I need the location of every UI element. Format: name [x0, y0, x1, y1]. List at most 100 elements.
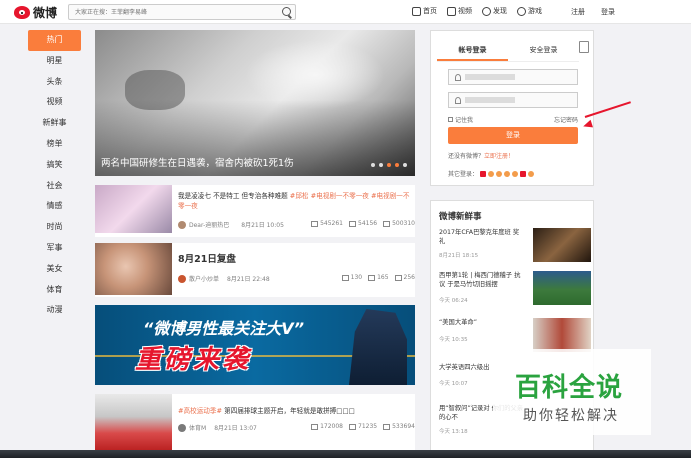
login-link[interactable]: 登录: [601, 7, 615, 17]
news-title[interactable]: 西甲第1轮 | 梅西门德稽子 抗议 于是马竹切旧摇摆: [439, 271, 524, 289]
repost-count: 545261: [320, 220, 343, 227]
menu-item-fashion[interactable]: 时尚: [28, 217, 81, 238]
baike-watermark: 百科全说 助你轻松解决: [493, 349, 651, 435]
login-button[interactable]: 登录: [448, 127, 578, 144]
menu-item-rankings[interactable]: 榜单: [28, 134, 81, 155]
login-tabs: 帐号登录 安全登录: [437, 45, 579, 62]
remember-me-checkbox[interactable]: 记住我: [448, 115, 473, 124]
weibo-app-icon[interactable]: [480, 170, 487, 177]
weibo-eye-icon: [14, 6, 30, 19]
nav-discover[interactable]: 发现: [482, 6, 507, 16]
news-item[interactable]: 2017年CFA巴黎克年度班 奖礼 8月21日 18:15: [439, 228, 591, 264]
forgot-password-link[interactable]: 忘记密码: [554, 115, 578, 124]
password-field[interactable]: [448, 92, 578, 108]
tab-secure-login[interactable]: 安全登录: [508, 45, 579, 61]
menu-item-funny[interactable]: 搞笑: [28, 155, 81, 176]
comment-button[interactable]: 71235: [349, 423, 377, 430]
taobao-icon[interactable]: [512, 170, 519, 177]
menu-item-emotion[interactable]: 情感: [28, 196, 81, 217]
login-panel: 帐号登录 安全登录 记住我 忘记密码 登录 还没有微博？立即注册！ 其它登录：: [430, 30, 594, 186]
nav-video[interactable]: 视频: [447, 6, 472, 16]
menu-item-fresh[interactable]: 新鲜事: [28, 113, 81, 134]
qq-icon[interactable]: [488, 170, 495, 177]
menu-item-anime[interactable]: 动漫: [28, 300, 81, 321]
post-title[interactable]: 8月21日复盘: [178, 255, 410, 265]
menu-item-video[interactable]: 视频: [28, 92, 81, 113]
news-title[interactable]: “美国大革命”: [439, 318, 524, 327]
like-button[interactable]: 256: [394, 274, 415, 281]
like-button[interactable]: 500310: [383, 220, 415, 227]
news-time: 今天 10:35: [439, 337, 468, 343]
carousel-dot[interactable]: [379, 163, 383, 167]
game-icon: [517, 6, 526, 16]
post-thumbnail[interactable]: [95, 394, 172, 450]
user-icon: [455, 73, 461, 81]
news-panel-title: 微博新鲜事: [439, 212, 482, 222]
menu-item-headlines[interactable]: 头条: [28, 72, 81, 93]
carousel-dot[interactable]: [371, 163, 375, 167]
avatar[interactable]: [178, 274, 186, 283]
post-author[interactable]: 体育M: [189, 423, 206, 432]
feed-card[interactable]: 我是凌凌七 不是特工 但专治各种难题 #邱松 #电视剧一不零一夜 #电视剧一不零…: [95, 185, 415, 237]
carousel-dot-active[interactable]: [387, 163, 391, 167]
avatar[interactable]: [178, 220, 186, 229]
comment-count: 165: [377, 274, 389, 281]
post-thumbnail[interactable]: [95, 185, 172, 233]
menu-item-hot[interactable]: 热门: [28, 30, 81, 51]
like-button[interactable]: 533694: [383, 423, 415, 430]
register-link[interactable]: 注册: [571, 7, 585, 17]
hero-carousel[interactable]: 两名中国研修生在日遇袭，宿舍内被砍1死1伤: [95, 30, 415, 176]
discover-icon: [482, 6, 491, 16]
menu-item-military[interactable]: 军事: [28, 238, 81, 259]
comment-button[interactable]: 165: [368, 274, 389, 281]
carousel-dot[interactable]: [403, 163, 407, 167]
feed-card[interactable]: 8月21日复盘 散户小炒单 8月21日 22:48 130 165 256: [95, 243, 415, 297]
post-tags[interactable]: #高校运动季#: [178, 407, 222, 415]
post-stats: 172008 71235 533694: [311, 423, 415, 430]
repost-button[interactable]: 130: [341, 274, 362, 281]
news-thumbnail[interactable]: [533, 228, 591, 262]
weibo-logo[interactable]: 微博: [14, 4, 57, 21]
menu-item-sports[interactable]: 体育: [28, 280, 81, 301]
repost-button[interactable]: 545261: [311, 220, 343, 227]
username-field[interactable]: [448, 69, 578, 85]
more-login-icon[interactable]: [528, 170, 535, 177]
menu-item-stars[interactable]: 明星: [28, 51, 81, 72]
comment-button[interactable]: 54156: [349, 220, 377, 227]
qr-code-icon[interactable]: [579, 41, 589, 53]
post-author[interactable]: 散户小炒单: [189, 274, 219, 283]
promo-banner[interactable]: “微博男性最关注大V” 重磅来袭: [95, 305, 415, 385]
news-thumbnail[interactable]: [533, 318, 591, 352]
post-thumbnail[interactable]: [95, 243, 172, 295]
nav-home[interactable]: 首页: [412, 6, 437, 16]
post-author[interactable]: Dear-迪丽热巴: [189, 220, 229, 229]
news-title[interactable]: 2017年CFA巴黎克年度班 奖礼: [439, 228, 524, 246]
menu-item-beauty[interactable]: 美女: [28, 259, 81, 280]
carousel-dot-active[interactable]: [395, 163, 399, 167]
repost-icon: [341, 274, 349, 281]
menu-item-society[interactable]: 社会: [28, 176, 81, 197]
wechat-icon[interactable]: [496, 170, 503, 177]
feed-card[interactable]: #高校运动季# 第四届排球主题开启，年轻就是敢拼搏□□□ 体育M 8月21日 13…: [95, 394, 415, 450]
register-now-link[interactable]: 立即注册！: [484, 153, 514, 160]
like-icon: [394, 274, 402, 281]
search-icon[interactable]: [282, 7, 291, 16]
post-title[interactable]: 我是凌凌七 不是特工 但专治各种难题 #邱松 #电视剧一不零一夜 #电视剧一不零…: [178, 191, 410, 211]
comment-icon: [349, 423, 356, 430]
tab-account-login[interactable]: 帐号登录: [437, 45, 508, 61]
avatar[interactable]: [178, 423, 186, 432]
nav-game[interactable]: 游戏: [517, 6, 542, 16]
hero-caption[interactable]: 两名中国研修生在日遇袭，宿舍内被砍1死1伤: [101, 155, 294, 169]
baidu-icon[interactable]: [504, 170, 511, 177]
nav-home-label: 首页: [423, 7, 437, 15]
banner-subheadline: 重磅来袭: [135, 345, 252, 375]
tianyi-icon[interactable]: [520, 170, 527, 177]
top-nav-bar: 微博 首页 视频 发现 游戏 注册 登录: [0, 0, 691, 24]
search-input[interactable]: [69, 5, 269, 19]
nav-discover-label: 发现: [493, 7, 507, 15]
news-item[interactable]: 西甲第1轮 | 梅西门德稽子 抗议 于是马竹切旧摇摆 今天 06:24: [439, 271, 591, 307]
search-box[interactable]: [68, 4, 296, 20]
repost-button[interactable]: 172008: [311, 423, 343, 430]
post-title[interactable]: #高校运动季# 第四届排球主题开启，年轻就是敢拼搏□□□: [178, 406, 410, 416]
news-thumbnail[interactable]: [533, 271, 591, 305]
